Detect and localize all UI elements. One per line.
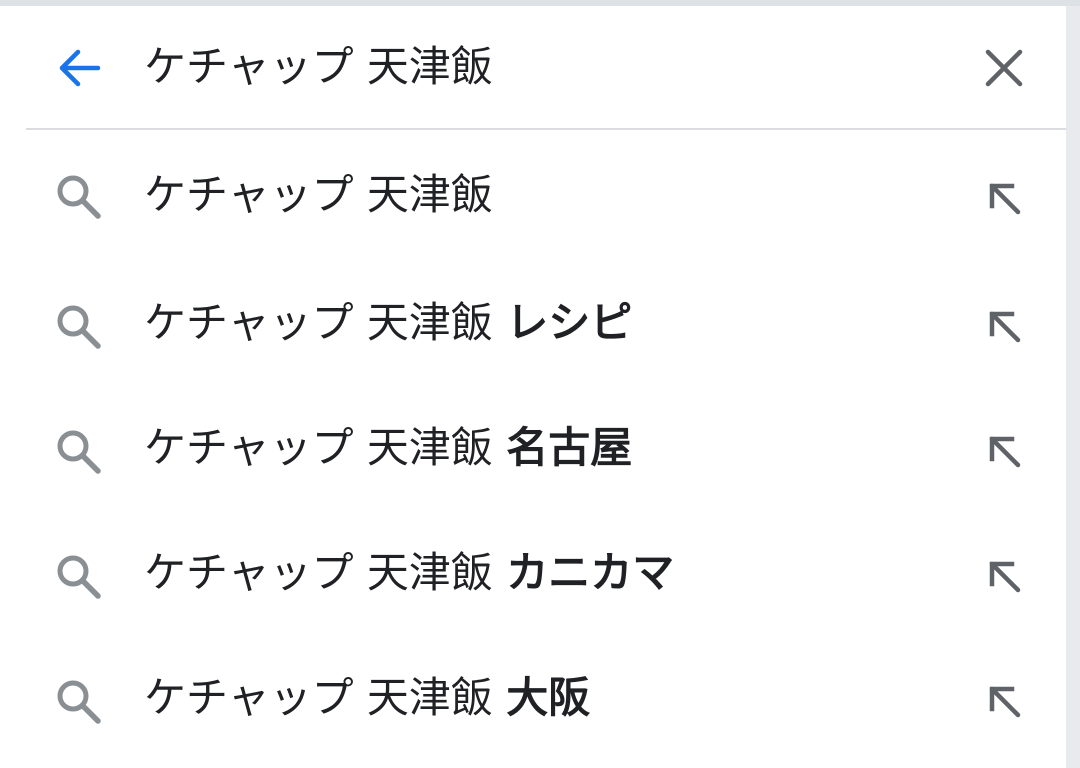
suggestion-text: ケチャップ 天津飯 大阪 bbox=[144, 663, 590, 733]
suggestion-text: ケチャップ 天津飯 カニカマ bbox=[144, 538, 674, 608]
suggestion-completion: カニカマ bbox=[506, 548, 675, 597]
back-button[interactable] bbox=[44, 36, 114, 100]
search-icon bbox=[50, 423, 106, 479]
suggestion-completion: 大阪 bbox=[506, 673, 591, 722]
suggestion-query: ケチャップ 天津飯 bbox=[144, 423, 493, 472]
suggestion-text: ケチャップ 天津飯 レシピ bbox=[144, 288, 632, 358]
arrow-up-left-icon bbox=[989, 436, 1021, 468]
suggestion-completion: 名古屋 bbox=[506, 423, 633, 472]
search-icon bbox=[50, 298, 106, 354]
search-bar bbox=[0, 6, 1066, 128]
fill-query-button[interactable] bbox=[974, 421, 1034, 481]
suggestion-text: ケチャップ 天津飯 名古屋 bbox=[144, 413, 632, 483]
arrow-back-icon bbox=[59, 49, 101, 87]
arrow-up-left-icon bbox=[989, 183, 1021, 215]
search-panel: ケチャップ 天津飯 ケチャップ 天津飯 レシピ bbox=[0, 6, 1066, 768]
search-icon bbox=[50, 168, 106, 224]
suggestion-query: ケチャップ 天津飯 bbox=[144, 298, 493, 347]
search-icon bbox=[50, 673, 106, 729]
fill-query-button[interactable] bbox=[974, 296, 1034, 356]
arrow-up-left-icon bbox=[989, 311, 1021, 343]
suggestion-item[interactable]: ケチャップ 天津飯 bbox=[0, 130, 1066, 258]
suggestion-item[interactable]: ケチャップ 天津飯 レシピ bbox=[0, 258, 1066, 383]
suggestion-item[interactable]: ケチャップ 天津飯 カニカマ bbox=[0, 508, 1066, 633]
clear-button[interactable] bbox=[972, 36, 1036, 100]
suggestion-query: ケチャップ 天津飯 bbox=[144, 170, 493, 219]
arrow-up-left-icon bbox=[989, 561, 1021, 593]
suggestion-list: ケチャップ 天津飯 ケチャップ 天津飯 レシピ ケチャップ 天津飯 名古屋 ケチ… bbox=[0, 130, 1066, 758]
suggestion-item[interactable]: ケチャップ 天津飯 名古屋 bbox=[0, 383, 1066, 508]
scroll-edge bbox=[1066, 6, 1080, 768]
suggestion-item[interactable]: ケチャップ 天津飯 大阪 bbox=[0, 633, 1066, 758]
fill-query-button[interactable] bbox=[974, 546, 1034, 606]
close-icon bbox=[985, 49, 1023, 87]
search-input[interactable] bbox=[144, 34, 944, 100]
suggestion-query: ケチャップ 天津飯 bbox=[144, 673, 493, 722]
search-icon bbox=[50, 548, 106, 604]
fill-query-button[interactable] bbox=[974, 168, 1034, 228]
suggestion-query: ケチャップ 天津飯 bbox=[144, 548, 493, 597]
arrow-up-left-icon bbox=[989, 686, 1021, 718]
suggestion-completion: レシピ bbox=[506, 298, 633, 347]
suggestion-text: ケチャップ 天津飯 bbox=[144, 160, 493, 230]
fill-query-button[interactable] bbox=[974, 671, 1034, 731]
